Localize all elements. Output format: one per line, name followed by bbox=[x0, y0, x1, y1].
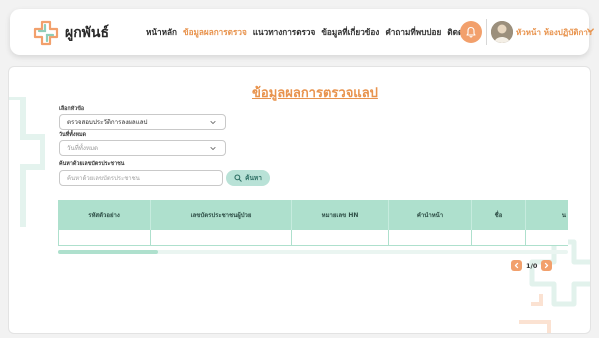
page-title: ข้อมูลผลการตรวจแลป bbox=[252, 86, 378, 101]
chevron-down-icon[interactable] bbox=[586, 26, 595, 35]
topic-label: เลือกหัวข้อ bbox=[59, 106, 85, 112]
brand-logo-icon[interactable] bbox=[32, 19, 60, 47]
bell-icon bbox=[466, 26, 476, 38]
decorative-cross-right bbox=[519, 239, 590, 333]
search-button-label: ค้นหา bbox=[245, 174, 262, 182]
avatar-image bbox=[491, 21, 513, 43]
topic-select[interactable]: ตรวจสอบประวัติการลงผลแลป bbox=[59, 114, 226, 130]
nav-home[interactable]: หน้าหลัก bbox=[146, 26, 177, 39]
content-card: ข้อมูลผลการตรวจแลป เลือกหัวข้อ ตรวจสอบปร… bbox=[8, 66, 591, 334]
column-header[interactable]: รหัสตัวอย่าง bbox=[58, 200, 151, 230]
nav-guidelines[interactable]: แนวทางการตรวจ bbox=[253, 26, 316, 39]
nav-lab-results[interactable]: ข้อมูลผลการตรวจ bbox=[183, 26, 247, 39]
pagination: 1/0 bbox=[511, 260, 553, 271]
main-nav: หน้าหลัก ข้อมูลผลการตรวจ แนวทางการตรวจ ข… bbox=[146, 26, 480, 39]
decorative-cross-left bbox=[9, 97, 45, 227]
prev-page-button[interactable] bbox=[511, 260, 522, 271]
table-cell bbox=[58, 230, 151, 245]
search-input-placeholder: ค้นหาด้วยเลขบัตรประชาชน bbox=[67, 175, 140, 182]
chevron-down-icon bbox=[210, 121, 216, 125]
column-header[interactable]: น bbox=[526, 200, 568, 230]
search-icon bbox=[234, 174, 242, 182]
column-header[interactable]: หมายเลข HN bbox=[292, 200, 389, 230]
chevron-right-icon bbox=[545, 262, 549, 269]
search-button[interactable]: ค้นหา bbox=[226, 170, 270, 186]
date-label: วันที่ทั้งหมด bbox=[59, 132, 87, 138]
nav-faq[interactable]: คำถามที่พบบ่อย bbox=[385, 26, 441, 39]
table-horizontal-scrollbar[interactable] bbox=[58, 250, 568, 254]
user-name[interactable]: หัวหน้า ห้องปฏิบัติการ bbox=[516, 26, 592, 39]
notification-button[interactable] bbox=[460, 21, 482, 43]
topic-select-value: ตรวจสอบประวัติการลงผลแลป bbox=[67, 119, 148, 126]
date-select[interactable]: วันที่ทั้งหมด bbox=[59, 140, 226, 156]
table-row bbox=[58, 230, 568, 246]
nav-related-info[interactable]: ข้อมูลที่เกี่ยวข้อง bbox=[321, 26, 379, 39]
user-avatar[interactable] bbox=[491, 21, 513, 43]
table-cell bbox=[292, 230, 389, 245]
chevron-down-icon bbox=[210, 147, 216, 151]
search-label: ค้นหาด้วยเลขบัตรประชาชน bbox=[59, 161, 125, 167]
app-screen: ผูกพันธ์ หน้าหลัก ข้อมูลผลการตรวจ แนวทาง… bbox=[0, 0, 599, 338]
table-cell bbox=[151, 230, 292, 245]
table-cell bbox=[389, 230, 472, 245]
next-page-button[interactable] bbox=[541, 260, 553, 271]
header-divider bbox=[486, 19, 487, 45]
column-header[interactable]: คำนำหน้า bbox=[389, 200, 472, 230]
results-table: รหัสตัวอย่าง เลขบัตรประชาชนผู้ป่วย หมายเ… bbox=[58, 200, 568, 246]
column-header[interactable]: เลขบัตรประชาชนผู้ป่วย bbox=[151, 200, 292, 230]
table-cell bbox=[526, 230, 568, 245]
scrollbar-thumb[interactable] bbox=[58, 250, 158, 254]
chevron-left-icon bbox=[514, 262, 519, 269]
date-select-value: วันที่ทั้งหมด bbox=[67, 145, 99, 152]
page-indicator: 1/0 bbox=[526, 261, 538, 270]
brand-name[interactable]: ผูกพันธ์ bbox=[65, 22, 109, 44]
table-cell bbox=[472, 230, 526, 245]
column-header[interactable]: ชื่อ bbox=[472, 200, 526, 230]
top-navbar: ผูกพันธ์ หน้าหลัก ข้อมูลผลการตรวจ แนวทาง… bbox=[10, 9, 594, 55]
table-header: รหัสตัวอย่าง เลขบัตรประชาชนผู้ป่วย หมายเ… bbox=[58, 200, 568, 230]
search-input[interactable]: ค้นหาด้วยเลขบัตรประชาชน bbox=[59, 170, 223, 186]
